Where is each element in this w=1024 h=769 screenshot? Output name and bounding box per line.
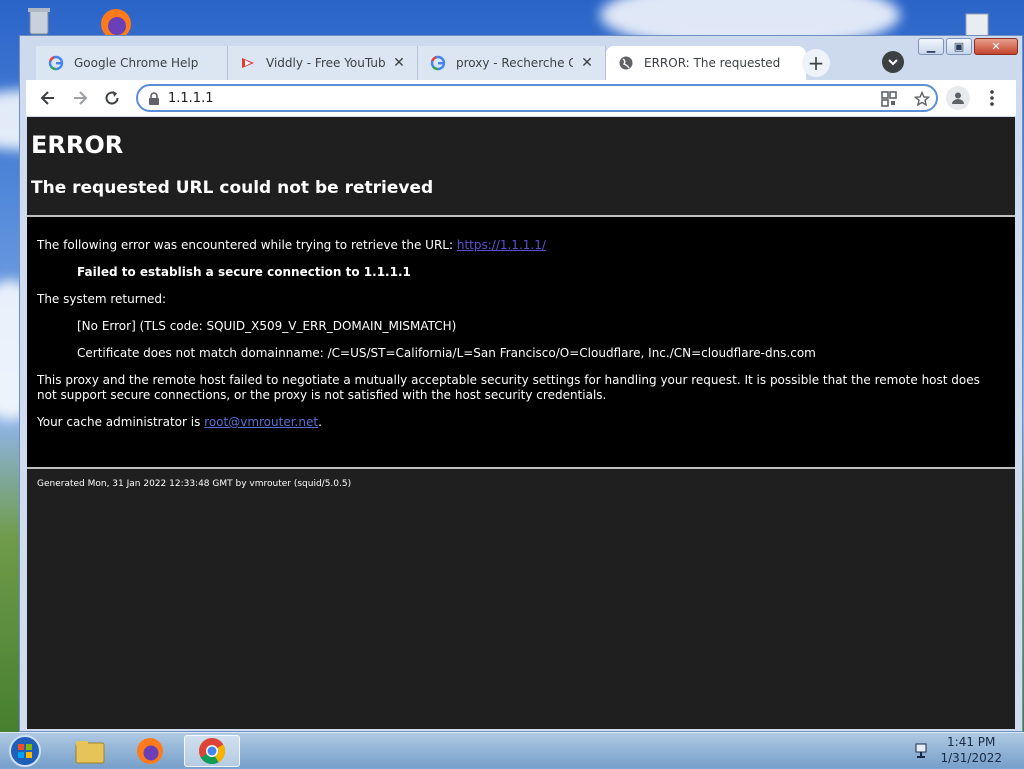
system-returned-label: The system returned: [37, 292, 167, 306]
tab-error[interactable]: ERROR: The requested [606, 46, 806, 80]
tab-viddly[interactable]: Viddly - Free YouTube D ✕ [228, 46, 418, 80]
new-tab-button[interactable]: + [802, 49, 830, 77]
google-g-icon [430, 55, 446, 71]
maximize-button[interactable]: ▣ [946, 38, 972, 55]
page-subtitle: The requested URL could not be retrieved [31, 178, 434, 198]
chrome-window: Google Chrome Help Viddly - Free YouTube… [19, 35, 1023, 732]
close-icon[interactable]: ✕ [391, 55, 407, 71]
network-tray-icon[interactable] [914, 741, 932, 759]
firefox-icon [137, 738, 163, 764]
window-controls: ▁ ▣ ✕ [916, 38, 1018, 55]
taskbar-firefox[interactable] [122, 735, 178, 767]
more-vert-icon [990, 90, 994, 106]
admin-line: Your cache administrator is root@vmroute… [37, 415, 322, 429]
divider [27, 467, 1015, 469]
tab-title: Google Chrome Help [74, 56, 199, 70]
reload-button[interactable] [100, 86, 124, 110]
address-bar[interactable] [136, 84, 938, 112]
back-arrow-icon [40, 91, 54, 105]
system-clock[interactable]: 1:41 PM 1/31/2022 [940, 734, 1002, 766]
tab-strip: Google Chrome Help Viddly - Free YouTube… [20, 36, 1022, 80]
reload-icon [105, 91, 119, 105]
error-intro: The following error was encountered whil… [37, 238, 546, 252]
error-explanation: This proxy and the remote host failed to… [37, 373, 980, 402]
globe-icon [618, 55, 634, 71]
admin-email-link[interactable]: root@vmrouter.net [204, 415, 318, 429]
taskbar-chrome[interactable] [184, 735, 240, 767]
page-content: ERROR The requested URL could not be ret… [27, 117, 1015, 729]
clock-date: 1/31/2022 [940, 751, 1002, 765]
forward-button[interactable] [68, 86, 92, 110]
certificate-error: Certificate does not match domainname: /… [77, 346, 816, 360]
account-icon [952, 92, 964, 104]
recycle-bin-icon[interactable] [22, 4, 56, 38]
start-orb-icon [9, 735, 41, 767]
chevron-down-icon [888, 59, 898, 66]
forward-arrow-icon [74, 91, 88, 105]
file-explorer-icon [75, 741, 105, 764]
qr-code-icon[interactable] [881, 91, 897, 107]
page-title: ERROR [31, 131, 124, 159]
close-window-button[interactable]: ✕ [974, 38, 1018, 55]
chrome-icon [199, 738, 226, 765]
minimize-button[interactable]: ▁ [918, 38, 944, 55]
taskbar-file-explorer[interactable] [62, 735, 118, 767]
tab-proxy-search[interactable]: proxy - Recherche Goo ✕ [418, 46, 606, 80]
tab-title: proxy - Recherche Goo [456, 56, 573, 70]
tab-search-button[interactable] [882, 51, 904, 73]
clock-time: 1:41 PM [947, 735, 996, 749]
url-input[interactable] [168, 89, 868, 107]
generated-footer: Generated Mon, 31 Jan 2022 12:33:48 GMT … [37, 479, 352, 489]
close-icon[interactable]: ✕ [579, 55, 595, 71]
tab-chrome-help[interactable]: Google Chrome Help [36, 46, 228, 80]
lock-icon [149, 92, 159, 105]
viddly-icon [240, 55, 256, 71]
start-button[interactable] [0, 735, 50, 767]
tls-error-code: [No Error] (TLS code: SQUID_X509_V_ERR_D… [77, 319, 457, 333]
taskbar: 1:41 PM 1/31/2022 [0, 732, 1024, 769]
google-g-icon [48, 55, 64, 71]
back-button[interactable] [36, 86, 60, 110]
tab-title: ERROR: The requested [644, 56, 781, 70]
menu-button[interactable] [980, 86, 1004, 110]
tab-title: Viddly - Free YouTube D [266, 56, 385, 70]
toolbar [26, 80, 1016, 116]
url-link[interactable]: https://1.1.1.1/ [457, 238, 546, 252]
bookmark-star-icon[interactable] [914, 91, 930, 107]
profile-button[interactable] [946, 86, 970, 110]
failure-message: Failed to establish a secure connection … [77, 265, 411, 279]
